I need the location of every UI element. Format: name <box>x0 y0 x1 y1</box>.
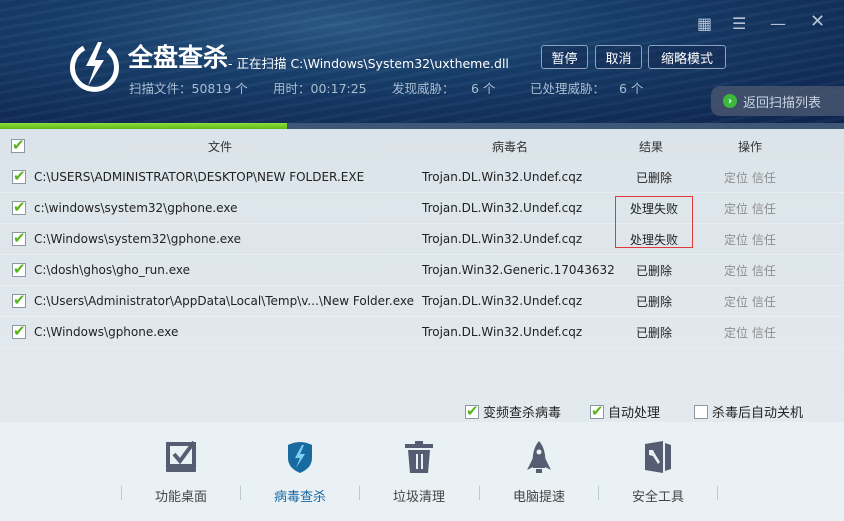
option-label: 自动处理 <box>608 406 661 421</box>
handled-label: 已处理威胁： <box>530 81 606 96</box>
nav-label: 垃圾清理 <box>392 490 445 505</box>
checkbox-desktop-icon <box>166 440 196 472</box>
nav-junk-clean[interactable]: 垃圾清理 <box>359 440 479 505</box>
row-checkbox[interactable] <box>12 229 26 247</box>
found-label: 发现威胁： <box>392 81 455 96</box>
file-path: c:\windows\system32\gphone.exe <box>34 201 238 215</box>
checkbox[interactable] <box>694 404 708 419</box>
result: 已删除 <box>635 294 672 309</box>
close-icon[interactable]: ✕ <box>810 11 825 32</box>
row-checkbox[interactable] <box>12 291 26 309</box>
column-file: 文件 <box>208 140 233 154</box>
nav-label: 安全工具 <box>631 490 684 505</box>
locate-link[interactable]: 定位 <box>724 295 748 309</box>
file-path: C:\Windows\gphone.exe <box>34 325 179 339</box>
failed-highlight-box <box>615 196 693 248</box>
pause-button[interactable]: 暂停 <box>541 45 588 69</box>
column-action: 操作 <box>738 140 763 154</box>
virus-name: Trojan.Win32.Generic.17043632 <box>422 263 615 277</box>
row-checkbox[interactable] <box>12 322 26 340</box>
table-row: C:\Users\Administrator\AppData\Local\Tem… <box>0 286 844 317</box>
found-value: 6 个 <box>471 81 496 96</box>
file-path: C:\dosh\ghos\gho_run.exe <box>34 263 190 277</box>
chevron-right-icon: › <box>723 94 737 108</box>
back-label: 返回扫描列表 <box>743 95 822 111</box>
checkbox[interactable] <box>465 402 479 420</box>
option-freq-scan[interactable]: 变频查杀病毒 <box>465 402 561 421</box>
table-header: 文件 病毒名 结果 操作 <box>0 131 844 162</box>
virus-name: Trojan.DL.Win32.Undef.cqz <box>422 232 583 246</box>
virus-name: Trojan.DL.Win32.Undef.cqz <box>422 325 583 339</box>
trust-link[interactable]: 信任 <box>752 202 776 216</box>
toolbox-wrench-icon <box>645 441 671 473</box>
nav-label: 功能桌面 <box>154 490 207 505</box>
scanning-path: - 正在扫描 C:\Windows\System32\uxtheme.dll <box>228 56 509 71</box>
file-path: C:\Users\Administrator\AppData\Local\Tem… <box>34 294 414 308</box>
virus-name: Trojan.DL.Win32.Undef.cqz <box>422 201 583 215</box>
row-checkbox[interactable] <box>12 167 26 185</box>
table-row: C:\Windows\gphone.exe Trojan.DL.Win32.Un… <box>0 317 844 348</box>
virus-name: Trojan.DL.Win32.Undef.cqz <box>422 170 583 184</box>
locate-link[interactable]: 定位 <box>724 326 748 340</box>
nav-label: 电脑提速 <box>512 490 565 505</box>
shield-lightning-icon <box>288 442 312 473</box>
result: 已删除 <box>635 263 672 278</box>
option-label: 杀毒后自动关机 <box>712 406 804 421</box>
header: 全盘查杀 - 正在扫描 C:\Windows\System32\uxtheme.… <box>0 0 844 123</box>
rocket-icon <box>527 441 551 473</box>
table-row: c:\windows\system32\gphone.exe Trojan.DL… <box>0 193 844 224</box>
files-scanned: 扫描文件：50819 个 <box>129 81 248 96</box>
trash-icon <box>405 441 433 473</box>
virus-name: Trojan.DL.Win32.Undef.cqz <box>422 294 583 308</box>
file-path: C:\Windows\system32\gphone.exe <box>34 232 242 246</box>
table-row: C:\USERS\ADMINISTRATOR\DESKTOP\NEW FOLDE… <box>0 162 844 193</box>
locate-link[interactable]: 定位 <box>724 233 748 247</box>
menu-icon[interactable]: ☰ <box>732 14 746 33</box>
row-checkbox[interactable] <box>12 260 26 278</box>
trust-link[interactable]: 信任 <box>752 264 776 278</box>
locate-link[interactable]: 定位 <box>724 171 748 185</box>
option-auto-handle[interactable]: 自动处理 <box>590 402 660 421</box>
elapsed-time: 用时：00:17:25 <box>273 81 367 96</box>
option-auto-shutdown[interactable]: 杀毒后自动关机 <box>694 402 803 421</box>
file-path: C:\USERS\ADMINISTRATOR\DESKTOP\NEW FOLDE… <box>34 170 365 184</box>
cancel-button[interactable]: 取消 <box>595 45 642 69</box>
back-to-scan-list-button[interactable]: › 返回扫描列表 <box>711 86 844 116</box>
table-row: C:\dosh\ghos\gho_run.exe Trojan.Win32.Ge… <box>0 255 844 286</box>
handled-value: 6 个 <box>619 81 644 96</box>
option-label: 变频查杀病毒 <box>483 406 562 421</box>
result: 已删除 <box>635 170 672 185</box>
trust-link[interactable]: 信任 <box>752 295 776 309</box>
trust-link[interactable]: 信任 <box>752 326 776 340</box>
select-all-checkbox[interactable] <box>11 136 25 154</box>
checkbox[interactable] <box>590 402 604 420</box>
locate-link[interactable]: 定位 <box>724 264 748 278</box>
trust-link[interactable]: 信任 <box>752 233 776 247</box>
table-row: C:\Windows\system32\gphone.exe Trojan.DL… <box>0 224 844 255</box>
lightning-logo-icon <box>69 42 119 92</box>
nav-function-desktop[interactable]: 功能桌面 <box>121 440 241 505</box>
trust-link[interactable]: 信任 <box>752 171 776 185</box>
locate-link[interactable]: 定位 <box>724 202 748 216</box>
column-result: 结果 <box>639 140 664 154</box>
mini-mode-button[interactable]: 缩略模式 <box>648 45 726 69</box>
results-table: 文件 病毒名 结果 操作 C:\USERS\ADMINISTRATOR\DESK… <box>0 129 844 422</box>
result: 已删除 <box>635 325 672 340</box>
row-checkbox[interactable] <box>12 198 26 216</box>
nav-virus-scan[interactable]: 病毒查杀 <box>240 440 360 505</box>
qr-code-icon[interactable]: ▦ <box>697 14 712 33</box>
nav-label: 病毒查杀 <box>273 490 326 505</box>
nav-security-tools[interactable]: 安全工具 <box>598 440 718 505</box>
page-title: 全盘查杀 <box>128 43 229 72</box>
minimize-icon[interactable]: — <box>770 14 786 33</box>
column-virus: 病毒名 <box>492 140 529 154</box>
nav-speed-up[interactable]: 电脑提速 <box>479 440 599 505</box>
